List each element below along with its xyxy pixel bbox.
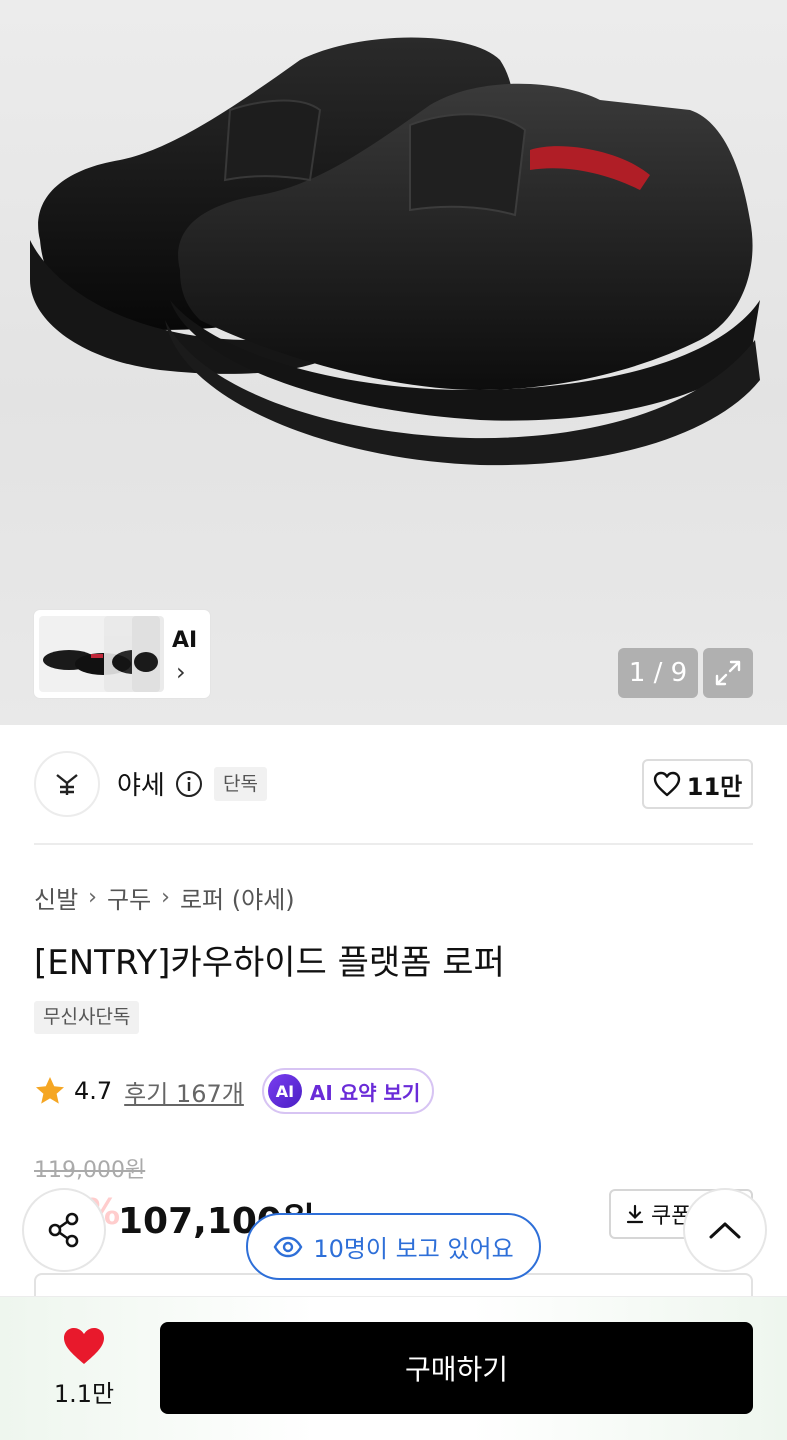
brand-logo[interactable] xyxy=(34,751,100,817)
info-icon[interactable] xyxy=(175,770,203,798)
reviews-link[interactable]: 후기 167개 xyxy=(124,1074,244,1109)
brand-like-count: 11만 xyxy=(686,772,743,801)
image-counter: 1 / 9 xyxy=(618,648,698,698)
ai-summary-label: AI 요약 보기 xyxy=(309,1080,421,1105)
exclusive-badge: 단독 xyxy=(214,767,267,801)
breadcrumb-item-shoes[interactable]: 신발 xyxy=(34,880,78,915)
heart-filled-icon[interactable] xyxy=(62,1326,106,1366)
breadcrumb-item-dress-shoes[interactable]: 구두 xyxy=(107,880,151,915)
viewers-indicator: 10명이 보고 있어요 xyxy=(246,1213,541,1280)
rating-value: 4.7 xyxy=(74,1077,113,1105)
chevron-right-icon: › xyxy=(161,885,170,910)
breadcrumb: 신발 › 구두 › 로퍼 (야세) xyxy=(34,880,295,915)
chevron-right-icon: › xyxy=(88,885,97,910)
divider xyxy=(34,843,753,845)
heart-outline-icon xyxy=(653,771,680,797)
brand-like-button[interactable]: 11만 xyxy=(642,759,753,809)
star-icon xyxy=(36,1077,64,1104)
product-image-gallery[interactable]: AI › 1 / 9 xyxy=(0,0,787,725)
chevron-right-icon[interactable]: › xyxy=(176,658,186,686)
thumbnail-ai-label[interactable]: AI xyxy=(172,628,197,653)
brand-name[interactable]: 야세 xyxy=(117,765,165,802)
viewers-text: 10명이 보고 있어요 xyxy=(313,1235,514,1263)
original-price: 119,000원 xyxy=(34,1158,146,1183)
brand-logo-icon xyxy=(56,774,78,795)
download-icon xyxy=(626,1204,644,1224)
expand-button[interactable] xyxy=(703,648,753,698)
thumbnail-shoes-icon xyxy=(134,652,158,672)
breadcrumb-item-loafers[interactable]: 로퍼 (야세) xyxy=(180,880,295,915)
rating-row: 4.7 후기 167개 AI AI 요약 보기 xyxy=(34,1068,435,1114)
exclusive-tag: 무신사단독 xyxy=(34,1001,140,1034)
wish-count: 1.1만 xyxy=(53,1380,115,1408)
share-icon xyxy=(48,1212,79,1248)
ai-badge-icon: AI xyxy=(267,1074,302,1108)
ai-summary-button[interactable]: AI AI 요약 보기 xyxy=(261,1068,435,1114)
thumbnail-image[interactable] xyxy=(132,616,160,692)
scroll-to-top-button[interactable] xyxy=(683,1188,767,1272)
product-title: [ENTRY]카우하이드 플랫폼 로퍼 xyxy=(34,943,505,983)
expand-icon xyxy=(715,660,741,686)
share-button[interactable] xyxy=(22,1188,106,1272)
buy-button[interactable]: 구매하기 xyxy=(160,1322,753,1414)
chevron-up-icon xyxy=(709,1222,741,1239)
eye-icon xyxy=(273,1236,303,1257)
